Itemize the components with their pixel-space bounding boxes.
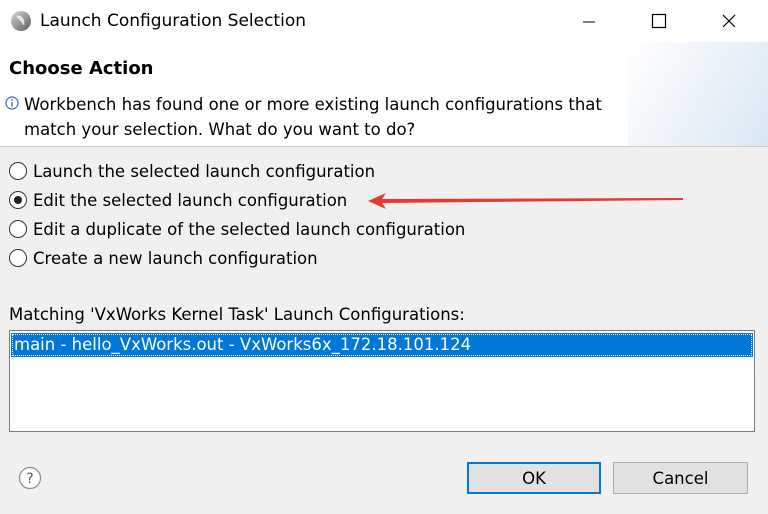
launch-config-list[interactable]: main - hello_VxWorks.out - VxWorks6x_172…	[9, 330, 755, 432]
close-button[interactable]	[706, 0, 752, 42]
radio-label: Launch the selected launch configuration	[33, 161, 376, 181]
radio-edit-selected[interactable]: Edit the selected launch configuration	[9, 188, 347, 212]
maximize-button[interactable]	[636, 0, 682, 42]
radio-launch-selected[interactable]: Launch the selected launch configuration	[9, 159, 375, 183]
info-message-line: Workbench has found one or more existing…	[24, 95, 602, 114]
minimize-button[interactable]	[566, 0, 612, 42]
info-icon	[5, 95, 19, 110]
title-bar: Launch Configuration Selection	[0, 0, 768, 42]
radio-button-checked[interactable]	[9, 191, 27, 209]
info-message-line: match your selection. What do you want t…	[24, 120, 416, 139]
help-icon[interactable]: ?	[18, 466, 42, 490]
radio-create-new[interactable]: Create a new launch configuration	[9, 246, 318, 270]
radio-label: Create a new launch configuration	[33, 248, 318, 268]
red-arrow-annotation	[368, 193, 683, 209]
close-icon	[722, 14, 736, 28]
eclipse-app-icon	[10, 10, 32, 32]
radio-label: Edit a duplicate of the selected launch …	[33, 219, 466, 239]
radio-button[interactable]	[9, 249, 27, 267]
window-title: Launch Configuration Selection	[40, 11, 306, 31]
cancel-button[interactable]: Cancel	[613, 462, 748, 494]
info-message: Workbench has found one or more existing…	[24, 92, 664, 142]
list-label: Matching 'VxWorks Kernel Task' Launch Co…	[9, 305, 465, 324]
section-title: Choose Action	[9, 58, 154, 79]
minimize-icon	[583, 21, 595, 23]
radio-label: Edit the selected launch configuration	[33, 190, 348, 210]
radio-button[interactable]	[9, 220, 27, 238]
svg-text:?: ?	[26, 471, 33, 487]
list-item-selected[interactable]: main - hello_VxWorks.out - VxWorks6x_172…	[11, 333, 753, 357]
radio-button[interactable]	[9, 162, 27, 180]
maximize-icon	[651, 13, 667, 29]
radio-edit-duplicate[interactable]: Edit a duplicate of the selected launch …	[9, 217, 465, 241]
ok-button[interactable]: OK	[467, 462, 601, 494]
